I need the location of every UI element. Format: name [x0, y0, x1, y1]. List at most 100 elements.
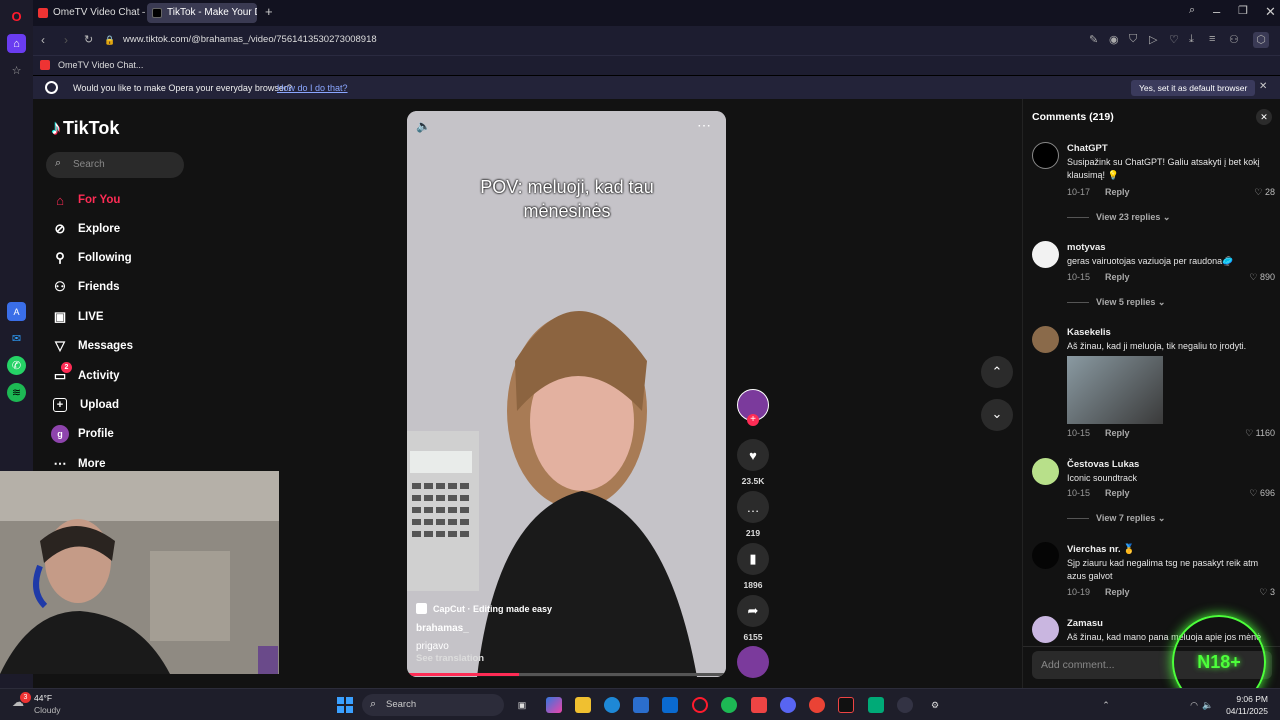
- tab-tiktok[interactable]: TikTok - Make Your Da: [147, 3, 257, 23]
- opera-logo-icon[interactable]: O: [7, 7, 26, 26]
- tray-chevron-icon[interactable]: ⌃: [1098, 697, 1114, 713]
- reply-button[interactable]: Reply: [1105, 587, 1130, 597]
- maximize-icon[interactable]: ❐: [1238, 4, 1248, 17]
- comment-author[interactable]: Zamasu: [1067, 618, 1103, 629]
- sound-disc[interactable]: [737, 646, 769, 678]
- reload-icon[interactable]: ↻: [84, 33, 93, 46]
- nav-following[interactable]: ⚲ Following: [51, 248, 131, 268]
- close-window-icon[interactable]: ✕: [1265, 4, 1276, 20]
- spotify-icon[interactable]: ≋: [7, 383, 26, 402]
- star-icon[interactable]: ☆: [7, 61, 26, 80]
- view-replies-button[interactable]: View 5 replies ⌄: [1067, 297, 1165, 308]
- reply-button[interactable]: Reply: [1105, 272, 1130, 282]
- how-link[interactable]: How do I do that?: [277, 83, 348, 93]
- windows-start-icon[interactable]: [337, 697, 353, 713]
- home-icon[interactable]: ⌂: [7, 34, 26, 53]
- comment-author[interactable]: ChatGPT: [1067, 143, 1108, 154]
- search-tabs-icon[interactable]: ⌕: [1189, 4, 1195, 17]
- tiktok-logo[interactable]: ♪ TikTok: [51, 117, 119, 140]
- nav-activity[interactable]: ▭ 2 Activity: [51, 362, 120, 386]
- capcut-badge[interactable]: CapCut · Editing made easy: [416, 603, 552, 614]
- shield-icon[interactable]: ⛉: [1129, 33, 1137, 46]
- url-field[interactable]: www.tiktok.com/@brahamas_/video/75614135…: [123, 34, 377, 45]
- volume-icon[interactable]: 🔈: [416, 119, 431, 133]
- view-replies-button[interactable]: View 7 replies ⌄: [1067, 513, 1165, 524]
- settings-icon[interactable]: ⚙: [927, 697, 943, 713]
- heart-icon[interactable]: ♡: [1169, 33, 1179, 46]
- save-button[interactable]: ▮: [737, 543, 769, 575]
- view-replies-button[interactable]: View 23 replies ⌄: [1067, 212, 1170, 223]
- next-video-button[interactable]: ⌄: [981, 399, 1013, 431]
- menu-icon[interactable]: ≡: [1209, 33, 1215, 45]
- opera-taskbar-icon[interactable]: [692, 697, 708, 713]
- reply-button[interactable]: Reply: [1105, 428, 1130, 438]
- taskbar-date[interactable]: 04/11/2025: [1218, 706, 1268, 716]
- chrome-icon[interactable]: [809, 697, 825, 713]
- whatsapp-icon[interactable]: ✆: [7, 356, 26, 375]
- zamasu-avatar[interactable]: [1032, 616, 1059, 643]
- nav-upload[interactable]: + Upload: [51, 395, 119, 415]
- discord-icon[interactable]: [780, 697, 796, 713]
- previous-video-button[interactable]: ⌃: [981, 356, 1013, 388]
- nav-friends[interactable]: ⚇ Friends: [51, 277, 119, 297]
- nav-profile[interactable]: g Profile: [51, 424, 114, 444]
- follow-plus-icon[interactable]: +: [747, 414, 759, 426]
- edge-icon[interactable]: [604, 697, 620, 713]
- comment-button[interactable]: …: [737, 491, 769, 523]
- new-tab-icon[interactable]: +: [265, 4, 273, 19]
- comment-author[interactable]: motyvas: [1067, 242, 1106, 253]
- see-translation-link[interactable]: See translation: [416, 653, 484, 664]
- volume-icon[interactable]: 🔈: [1200, 697, 1216, 713]
- minimize-icon[interactable]: –: [1213, 4, 1220, 19]
- cestovas-avatar[interactable]: [1032, 458, 1059, 485]
- comment-likes[interactable]: ♡ 696: [1249, 488, 1275, 499]
- motyvas-avatar[interactable]: [1032, 241, 1059, 268]
- comment-author[interactable]: Vierchas nr. 🥇: [1067, 544, 1135, 555]
- comment-gif[interactable]: [1067, 356, 1163, 424]
- close-comments-icon[interactable]: ✕: [1256, 109, 1272, 125]
- app2-icon[interactable]: [868, 697, 884, 713]
- comment-likes[interactable]: ♡ 890: [1249, 272, 1275, 283]
- comment-author[interactable]: Čestovas Lukas: [1067, 459, 1139, 470]
- video-progress-track[interactable]: [407, 673, 726, 676]
- camera-icon[interactable]: ◉: [1109, 33, 1119, 46]
- edit-icon[interactable]: ✎: [1089, 33, 1098, 46]
- tiktok-search[interactable]: ⌕ Search: [46, 152, 184, 178]
- bookmark-ometv[interactable]: OmeTV Video Chat...: [58, 60, 143, 70]
- outlook-icon[interactable]: [662, 697, 678, 713]
- profile-icon[interactable]: ⚇: [1229, 33, 1239, 46]
- aria-icon[interactable]: A: [7, 302, 26, 321]
- back-icon[interactable]: ‹: [41, 33, 45, 47]
- nav-for-you[interactable]: ⌂ For You: [51, 190, 120, 210]
- comment-author[interactable]: Kasekelis: [1067, 327, 1111, 338]
- vierchas-avatar[interactable]: [1032, 542, 1059, 569]
- comment-likes[interactable]: ♡ 28: [1254, 187, 1275, 198]
- chatgpt-avatar[interactable]: [1032, 142, 1059, 169]
- messenger-icon[interactable]: ✉: [7, 329, 26, 348]
- kasekelis-avatar[interactable]: [1032, 326, 1059, 353]
- nav-messages[interactable]: ▽ Messages: [51, 336, 133, 356]
- app-icon[interactable]: [838, 697, 854, 713]
- forward-icon[interactable]: ›: [64, 33, 68, 47]
- task-view-icon[interactable]: ▣: [514, 697, 530, 713]
- download-icon[interactable]: ⤓: [1189, 33, 1194, 46]
- close-notification-icon[interactable]: ✕: [1259, 81, 1267, 92]
- spotify-taskbar-icon[interactable]: [721, 697, 737, 713]
- extensions-icon[interactable]: ⬡: [1253, 32, 1269, 48]
- nav-explore[interactable]: ⊘ Explore: [51, 219, 121, 239]
- copilot-icon[interactable]: [546, 697, 562, 713]
- play-icon[interactable]: ▷: [1149, 33, 1157, 46]
- opera-gx-icon[interactable]: [751, 697, 767, 713]
- video-player[interactable]: 🔈 ⋯ POV: meluoji, kad tau mėnesinės CapC…: [407, 111, 726, 677]
- share-button[interactable]: ➦: [737, 595, 769, 627]
- store-icon[interactable]: [633, 697, 649, 713]
- video-author[interactable]: brahamas_: [416, 623, 469, 634]
- weather-widget[interactable]: ☁ 3: [12, 692, 31, 711]
- comment-likes[interactable]: ♡ 3: [1259, 587, 1275, 598]
- more-options-icon[interactable]: ⋯: [697, 117, 711, 134]
- reply-button[interactable]: Reply: [1105, 488, 1130, 498]
- taskbar-time[interactable]: 9:06 PM: [1218, 694, 1268, 704]
- comment-likes[interactable]: ♡ 1160: [1245, 428, 1275, 439]
- tab-ometv[interactable]: OmeTV Video Chat — On: [33, 3, 145, 23]
- obs-icon[interactable]: [897, 697, 913, 713]
